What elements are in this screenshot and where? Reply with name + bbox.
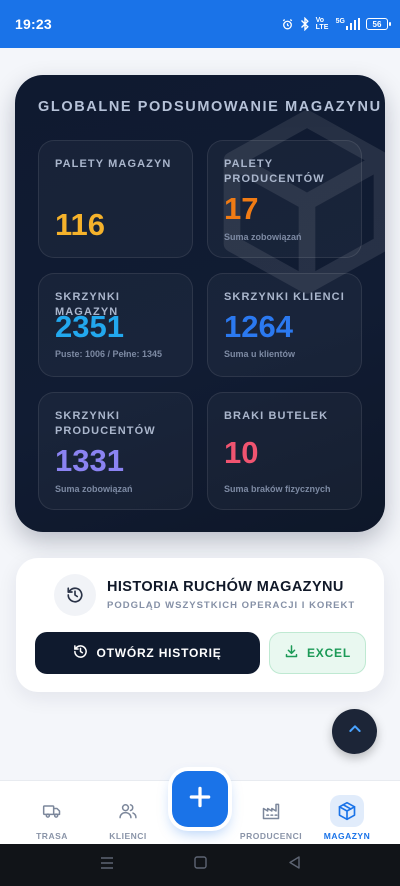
stat-label: PALETY PRODUCENTÓW bbox=[224, 158, 325, 185]
stat-value: 2351 bbox=[55, 309, 124, 344]
back-icon[interactable] bbox=[288, 856, 300, 874]
network-label: 5G bbox=[335, 17, 345, 25]
bluetooth-icon bbox=[300, 17, 310, 31]
stat-value: 116 bbox=[55, 207, 106, 242]
add-button[interactable] bbox=[172, 771, 228, 827]
stat-crates-clients: SKRZYNKI KLIENCI 1264 Suma u klientów bbox=[207, 273, 362, 377]
history-icon bbox=[54, 574, 96, 616]
history-title: HISTORIA RUCHÓW MAGAZYNU bbox=[107, 579, 344, 595]
stat-missing-bottles: BRAKI BUTELEK 10 Suma braków fizycznych bbox=[207, 392, 362, 510]
status-icons: Vo LTE 5G 56 bbox=[281, 17, 391, 31]
open-history-button[interactable]: OTWÓRZ HISTORIĘ bbox=[35, 632, 260, 674]
plus-icon bbox=[187, 784, 213, 815]
open-history-label: OTWÓRZ HISTORIĘ bbox=[96, 646, 222, 660]
stat-value: 17 bbox=[224, 191, 259, 226]
warehouse-summary-card: GLOBALNE PODSUMOWANIE MAGAZYNU PALETY MA… bbox=[15, 75, 385, 532]
nav-item-producenci[interactable]: PRODUCENCI bbox=[231, 781, 311, 845]
truck-icon bbox=[35, 795, 69, 827]
box-icon bbox=[330, 795, 364, 827]
stat-pallets-producers: PALETY PRODUCENTÓW 17 Suma zobowiązań bbox=[207, 140, 362, 258]
stat-value: 10 bbox=[224, 435, 259, 470]
stat-crates-warehouse: SKRZYNKI MAGAZYN 2351 Puste: 1006 / Pełn… bbox=[38, 273, 193, 377]
nav-item-klienci[interactable]: KLIENCI bbox=[88, 781, 168, 845]
factory-icon bbox=[254, 795, 288, 827]
stat-label: SKRZYNKI PRODUCENTÓW bbox=[55, 410, 156, 437]
chevron-up-icon bbox=[347, 721, 363, 742]
stat-value: 1264 bbox=[224, 309, 293, 344]
history-icon bbox=[73, 644, 88, 662]
stat-label: BRAKI BUTELEK bbox=[224, 410, 329, 422]
nav-label: MAGAZYN bbox=[323, 831, 371, 841]
stat-value: 1331 bbox=[55, 443, 124, 478]
stat-label: SKRZYNKI KLIENCI bbox=[224, 291, 345, 303]
stat-note: Puste: 1006 / Pełne: 1345 bbox=[55, 349, 163, 359]
status-bar: 19:23 Vo LTE 5G 56 bbox=[0, 0, 400, 48]
history-card: HISTORIA RUCHÓW MAGAZYNU PODGLĄD WSZYSTK… bbox=[16, 558, 384, 692]
battery-icon: 56 bbox=[366, 18, 391, 30]
scroll-to-top-button[interactable] bbox=[332, 709, 377, 754]
nav-label: PRODUCENCI bbox=[239, 831, 303, 841]
excel-export-button[interactable]: EXCEL bbox=[269, 632, 366, 674]
home-icon[interactable] bbox=[194, 856, 208, 874]
nav-label: KLIENCI bbox=[109, 831, 147, 841]
signal-icon: 5G bbox=[336, 18, 360, 30]
nav-item-trasa[interactable]: TRASA bbox=[12, 781, 92, 845]
stat-note: Suma zobowiązań bbox=[224, 232, 302, 242]
stat-label: PALETY MAGAZYN bbox=[55, 158, 172, 170]
stat-pallets-warehouse: PALETY MAGAZYN 116 bbox=[38, 140, 193, 258]
system-navigation-bar bbox=[0, 844, 400, 886]
menu-icon[interactable] bbox=[100, 856, 114, 874]
alarm-icon bbox=[281, 18, 294, 31]
battery-level: 56 bbox=[372, 19, 382, 29]
excel-label: EXCEL bbox=[306, 646, 351, 660]
nav-label: TRASA bbox=[36, 831, 68, 841]
stat-crates-producers: SKRZYNKI PRODUCENTÓW 1331 Suma zobowiąza… bbox=[38, 392, 193, 510]
stat-note: Suma zobowiązań bbox=[55, 484, 133, 494]
download-icon bbox=[284, 644, 299, 662]
status-time: 19:23 bbox=[15, 16, 52, 32]
summary-title: GLOBALNE PODSUMOWANIE MAGAZYNU bbox=[38, 99, 382, 115]
users-icon bbox=[111, 795, 145, 827]
stat-note: Suma u klientów bbox=[224, 349, 296, 359]
volte-icon: Vo LTE bbox=[315, 17, 329, 31]
history-subtitle: PODGLĄD WSZYSTKICH OPERACJI I KOREKT bbox=[107, 600, 356, 611]
nav-item-magazyn[interactable]: MAGAZYN bbox=[307, 781, 387, 845]
stat-note: Suma braków fizycznych bbox=[224, 484, 331, 494]
